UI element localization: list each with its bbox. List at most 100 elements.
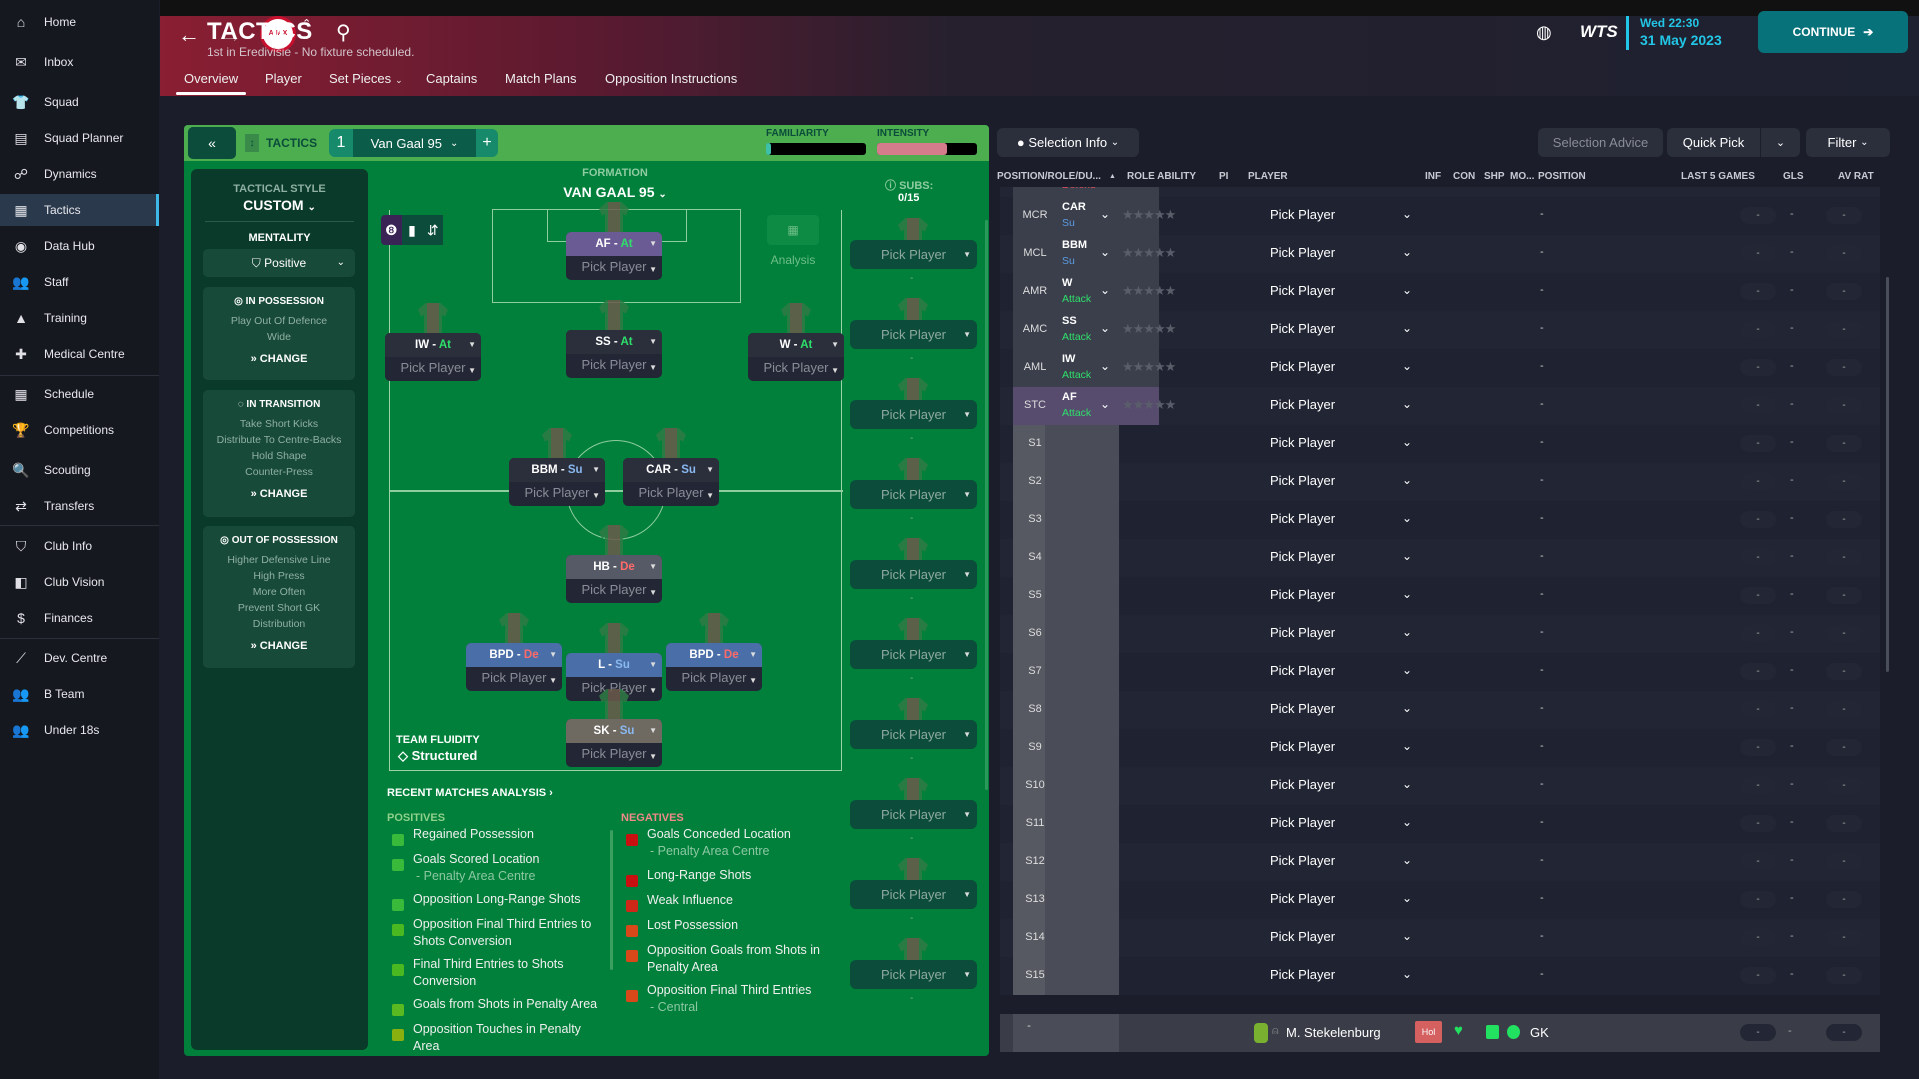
column-header[interactable]: LAST 5 GAMES (1681, 171, 1755, 182)
sub-slot[interactable]: Pick Player ▼ (850, 640, 977, 669)
pick-player-select[interactable]: Pick Player ⌄ (1270, 245, 1412, 260)
role-dropdown-chevron-icon[interactable]: ⌄ (1100, 245, 1110, 259)
player-name[interactable]: M. Stekelenburg (1286, 1025, 1381, 1040)
continue-button[interactable]: CONTINUE ➔ (1758, 11, 1908, 53)
table-row[interactable]: S9 Pick Player ⌄ - - - - (1000, 729, 1880, 767)
collapse-button[interactable]: « (188, 127, 236, 159)
table-row[interactable]: AMR W Attack ⌄ ★★★★★ Pick Player ⌄ - - - - (1000, 273, 1880, 311)
analysis-item[interactable]: Opposition Final Third Entries - Central (647, 982, 847, 1016)
sidebar-item-scouting[interactable]: 🔍 Scouting (0, 454, 159, 486)
role-select[interactable]: BPD - De ▼ (466, 643, 562, 667)
pick-player-select[interactable]: Pick Player ⌄ (1270, 739, 1412, 754)
selection-info-button[interactable]: ● Selection Info ⌄ (997, 128, 1139, 157)
pick-player-select[interactable]: Pick Player ⌄ (1270, 701, 1412, 716)
formation-select[interactable]: VAN GAAL 95 ⌄ (540, 184, 690, 200)
pick-player-select[interactable]: Pick Player ▼ (466, 667, 562, 691)
sidebar-item-medical-centre[interactable]: ✚ Medical Centre (0, 338, 159, 370)
role-dropdown-chevron-icon[interactable]: ⌄ (1100, 207, 1110, 221)
pick-player-select[interactable]: Pick Player ⌄ (1270, 967, 1412, 982)
table-row[interactable]: MCR CAR Su ⌄ ★★★★★ Pick Player ⌄ - - - - (1000, 197, 1880, 235)
sub-slot[interactable]: Pick Player ▼ (850, 720, 977, 749)
sidebar-item-club-vision[interactable]: ◧ Club Vision (0, 566, 159, 598)
tab-captains[interactable]: Captains (426, 71, 477, 86)
position-card[interactable]: HB - De ▼ Pick Player ▼ (566, 555, 662, 603)
table-row[interactable]: S5 Pick Player ⌄ - - - - (1000, 577, 1880, 615)
table-row[interactable]: S6 Pick Player ⌄ - - - - (1000, 615, 1880, 653)
table-row[interactable]: S2 Pick Player ⌄ - - - - (1000, 463, 1880, 501)
position-card[interactable]: BPD - De ▼ Pick Player ▼ (666, 643, 762, 691)
analysis-item[interactable]: Goals from Shots in Penalty Area (413, 996, 608, 1013)
pick-player-select[interactable]: Pick Player ▼ (666, 667, 762, 691)
tab-set-pieces[interactable]: Set Pieces ⌄ (329, 71, 403, 86)
table-row[interactable]: S15 Pick Player ⌄ - - - - (1000, 957, 1880, 995)
analysis-item[interactable]: Goals Conceded Location - Penalty Area Ce… (647, 826, 847, 860)
table-row[interactable]: S11 Pick Player ⌄ - - - - (1000, 805, 1880, 843)
pick-player-select[interactable]: Pick Player ▼ (509, 482, 605, 506)
pick-player-select[interactable]: Pick Player ▼ (566, 354, 662, 378)
table-row[interactable]: S1 Pick Player ⌄ - - - - (1000, 425, 1880, 463)
analysis-item[interactable]: Opposition Long-Range Shots (413, 891, 608, 908)
pick-player-select[interactable]: Pick Player ⌄ (1270, 549, 1412, 564)
role-select[interactable]: SS - At ▼ (566, 330, 662, 354)
shirt-number-icon[interactable]: ❽ (381, 215, 402, 245)
tab-player[interactable]: Player (265, 71, 302, 86)
role-dropdown-chevron-icon[interactable]: ⌄ (1100, 397, 1110, 411)
column-header[interactable]: POSITION/ROLE/DU... (997, 171, 1101, 182)
pick-player-select[interactable]: Pick Player ⌄ (1270, 321, 1412, 336)
table-row[interactable]: S10 Pick Player ⌄ - - - - (1000, 767, 1880, 805)
table-row[interactable]: S7 Pick Player ⌄ - - - - (1000, 653, 1880, 691)
pick-player-select[interactable]: Pick Player ▼ (566, 579, 662, 603)
table-row[interactable]: S3 Pick Player ⌄ - - - - (1000, 501, 1880, 539)
pick-player-select[interactable]: Pick Player ⌄ (1270, 397, 1412, 412)
tactic-board-icon[interactable]: ⇵ (422, 215, 444, 245)
role-select[interactable]: BPD - De ▼ (666, 643, 762, 667)
sidebar-item-club-info[interactable]: ⛉ Club Info (0, 530, 159, 562)
position-card[interactable]: SK - Su ▼ Pick Player ▼ (566, 719, 662, 767)
quick-pick-dropdown[interactable]: ⌄ (1761, 128, 1800, 157)
sub-slot[interactable]: Pick Player ▼ (850, 320, 977, 349)
column-header[interactable]: ROLE ABILITY (1127, 171, 1196, 182)
pick-player-select[interactable]: Pick Player ⌄ (1270, 663, 1412, 678)
analysis-item[interactable]: Final Third Entries to Shots Conversion (413, 956, 608, 990)
position-card[interactable]: W - At ▼ Pick Player ▼ (748, 333, 844, 381)
mentality-select[interactable]: ⛉ Positive ⌄ (203, 249, 355, 277)
column-header[interactable]: CON (1453, 171, 1475, 182)
pick-player-select[interactable]: Pick Player ⌄ (1270, 853, 1412, 868)
tab-opposition-instructions[interactable]: Opposition Instructions (605, 71, 737, 86)
sidebar-item-squad-planner[interactable]: ▤ Squad Planner (0, 122, 159, 154)
sidebar-item-training[interactable]: ▲ Training (0, 302, 159, 334)
analysis-scrollbar[interactable] (610, 830, 613, 970)
in-possession-change-button[interactable]: » CHANGE (203, 353, 355, 365)
filter-button[interactable]: Filter ⌄ (1806, 128, 1890, 157)
role-select[interactable]: W - At ▼ (748, 333, 844, 357)
analysis-item[interactable]: Opposition Goals from Shots in Penalty A… (647, 942, 847, 976)
tab-match-plans[interactable]: Match Plans (505, 71, 577, 86)
position-card[interactable]: IW - At ▼ Pick Player ▼ (385, 333, 481, 381)
sidebar-item-b-team[interactable]: 👥 B Team (0, 678, 159, 710)
recent-matches-analysis-link[interactable]: RECENT MATCHES ANALYSIS › (387, 787, 553, 799)
column-header[interactable]: PLAYER (1248, 171, 1288, 182)
sidebar-item-dynamics[interactable]: ☍ Dynamics (0, 158, 159, 190)
pick-player-select[interactable]: Pick Player ⌄ (1270, 473, 1412, 488)
table-row[interactable]: AMC SS Attack ⌄ ★★★★★ Pick Player ⌄ - - - - (1000, 311, 1880, 349)
sub-slot[interactable]: Pick Player ▼ (850, 880, 977, 909)
tactic-select[interactable]: Van Gaal 95 ⌄ (353, 129, 476, 157)
bar-chart-icon[interactable]: ▮ (401, 215, 423, 245)
column-header[interactable]: INF (1425, 171, 1441, 182)
pick-player-select[interactable]: Pick Player ⌄ (1270, 929, 1412, 944)
pick-player-select[interactable]: Pick Player ▼ (385, 357, 481, 381)
sidebar-item-schedule[interactable]: ▦ Schedule (0, 378, 159, 410)
column-header[interactable]: SHP (1484, 171, 1505, 182)
pick-player-select[interactable]: Pick Player ⌄ (1270, 625, 1412, 640)
pick-player-select[interactable]: Pick Player ▼ (566, 256, 662, 280)
tab-overview[interactable]: Overview (175, 71, 247, 95)
role-select[interactable]: HB - De ▼ (566, 555, 662, 579)
sub-slot[interactable]: Pick Player ▼ (850, 400, 977, 429)
table-row[interactable]: AML IW Attack ⌄ ★★★★★ Pick Player ⌄ - - - - (1000, 349, 1880, 387)
sidebar-item-staff[interactable]: 👥 Staff (0, 266, 159, 298)
table-row[interactable]: S12 Pick Player ⌄ - - - - (1000, 843, 1880, 881)
sidebar-item-inbox[interactable]: ✉ Inbox (0, 46, 159, 78)
column-header[interactable]: POSITION (1538, 171, 1586, 182)
globe-icon[interactable]: ◍ (1536, 22, 1552, 43)
role-select[interactable]: AF - At ▼ (566, 232, 662, 256)
